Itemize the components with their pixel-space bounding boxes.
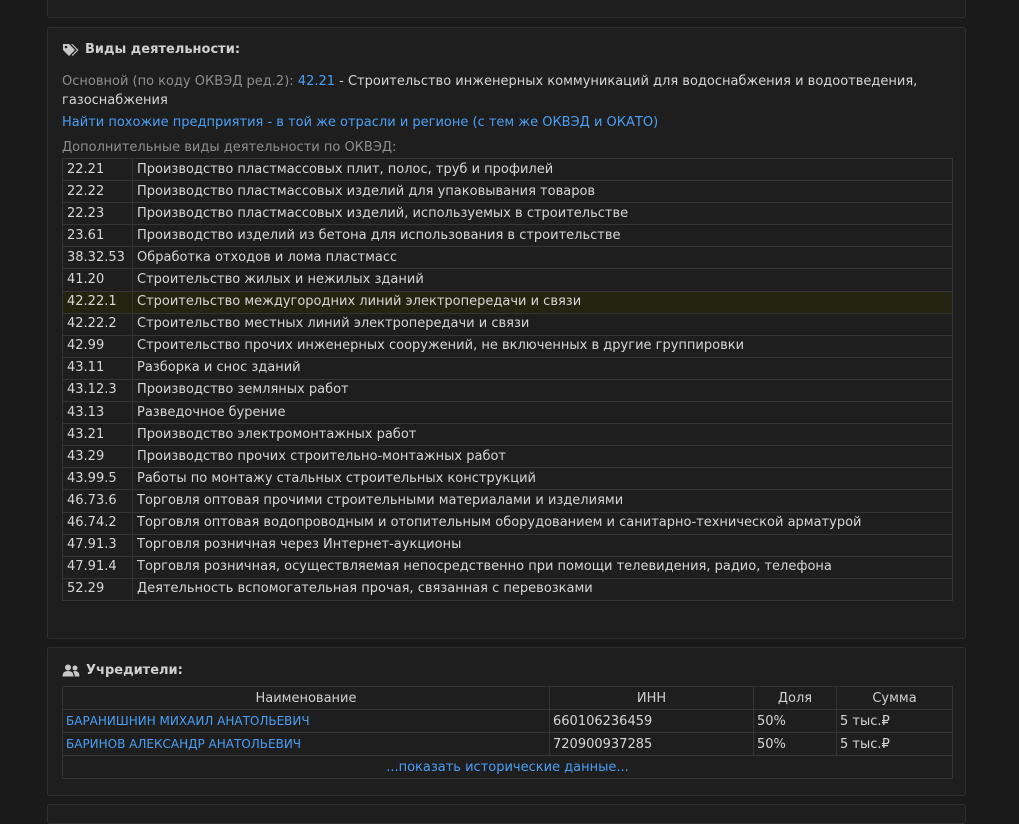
okved-desc: Разведочное бурение [132,401,953,425]
okved-desc: Торговля оптовая водопроводным и отопите… [132,511,953,535]
next-panel [47,804,966,824]
okved-row: 42.22.1 Строительство междугородних линий… [62,290,953,314]
founder-share: 50% [753,709,837,733]
okved-row: 47.91.3 Торговля розничная через Интернет… [62,533,953,557]
okved-desc: Строительство местных линий электроперед… [132,312,953,336]
okved-desc: Строительство прочих инженерных сооружен… [132,334,953,358]
header-name: Наименование [62,686,550,710]
okved-row: 52.29 Деятельность вспомогательная прочая… [62,577,953,601]
okved-desc: Производство пластмассовых изделий для у… [132,180,953,204]
okved-code: 23.61 [62,224,133,248]
okved-desc: Производство земляных работ [132,378,953,403]
okved-code: 38.32.53 [62,246,133,270]
okved-code: 47.91.3 [62,533,133,557]
okved-code: 43.99.5 [62,467,133,491]
header-share: Доля [753,686,837,710]
okved-row: 43.13 Разведочное бурение [62,401,953,425]
okved-desc: Работы по монтажу стальных строительных … [132,467,953,491]
founder-name-link[interactable]: БАРАНИШНИН МИХАИЛ АНАТОЛЬЕВИЧ [66,714,310,728]
users-icon [62,664,80,677]
okved-code: 52.29 [62,577,133,601]
okved-row: 38.32.53 Обработка отходов и лома пластма… [62,246,953,270]
founder-row: БАРИНОВ АЛЕКСАНДР АНАТОЛЬЕВИЧ 72090093728… [62,732,953,756]
okved-desc: Обработка отходов и лома пластмасс [132,246,953,270]
okved-row: 46.73.6 Торговля оптовая прочими строител… [62,489,953,513]
okved-desc: Производство изделий из бетона для испол… [132,224,953,248]
okved-desc: Строительство жилых и нежилых зданий [132,268,953,292]
founder-share: 50% [753,732,837,756]
similar-companies-link[interactable]: Найти похожие предприятия - в той же отр… [62,115,658,130]
okved-code: 47.91.4 [62,555,133,579]
okved-desc: Торговля оптовая прочими строительными м… [132,489,953,513]
okved-desc: Торговля розничная, осуществляемая непос… [132,555,953,579]
okved-code: 43.11 [62,356,133,380]
okved-code: 41.20 [62,268,133,292]
extra-activities-label: Дополнительные виды деятельности по ОКВЭ… [62,140,397,155]
founder-inn: 720900937285 [549,732,754,756]
activity-title: Виды деятельности: [62,42,240,57]
okved-code: 42.99 [62,334,133,358]
okved-row: 43.99.5 Работы по монтажу стальных строит… [62,467,953,491]
activity-title-text: Виды деятельности: [85,42,241,57]
okved-row: 42.22.2 Строительство местных линий элект… [62,312,953,336]
header-sum: Сумма [836,686,953,710]
founder-name-cell: БАРИНОВ АЛЕКСАНДР АНАТОЛЬЕВИЧ [62,732,550,756]
founder-name-cell: БАРАНИШНИН МИХАИЛ АНАТОЛЬЕВИЧ [62,709,550,733]
previous-panel [47,0,966,18]
primary-code-link[interactable]: 42.21 [298,74,335,89]
okved-desc: Разборка и снос зданий [132,356,953,380]
okved-row: 43.29 Производство прочих строительно-мон… [62,445,953,469]
okved-desc: Торговля розничная через Интернет-аукцио… [132,533,953,557]
okved-code: 22.21 [62,157,133,182]
founders-title-text: Учредители: [86,663,183,678]
okved-row: 43.11 Разборка и снос зданий [62,356,953,380]
founder-inn: 660106236459 [549,709,754,733]
okved-code: 22.22 [62,180,133,204]
okved-desc: Производство пластмассовых изделий, испо… [132,202,953,226]
okved-desc: Производство пластмассовых плит, полос, … [132,157,953,182]
okved-row: 43.12.3 Производство земляных работ [62,378,953,403]
okved-code: 22.23 [62,202,133,226]
okved-row: 47.91.4 Торговля розничная, осуществляема… [62,555,953,579]
okved-row: 22.21 Производство пластмассовых плит, по… [62,157,953,182]
okved-desc: Деятельность вспомогательная прочая, свя… [132,577,953,601]
okved-row: 46.74.2 Торговля оптовая водопроводным и … [62,511,953,535]
show-history-link[interactable]: ...показать исторические данные... [386,760,629,775]
okved-row: 22.23 Производство пластмассовых изделий,… [62,202,953,226]
founders-panel: Учредители: Наименование ИНН Доля Сумма … [47,647,966,796]
founder-row: БАРАНИШНИН МИХАИЛ АНАТОЛЬЕВИЧ 66010623645… [62,709,953,733]
okved-table: 22.21 Производство пластмассовых плит, по… [62,157,953,601]
header-inn: ИНН [549,686,754,710]
okved-code: 43.29 [62,445,133,469]
okved-code: 46.73.6 [62,489,133,513]
okved-row: 41.20 Строительство жилых и нежилых здани… [62,268,953,292]
founder-sum: 5 тыс.₽ [836,709,953,733]
founder-name-link[interactable]: БАРИНОВ АЛЕКСАНДР АНАТОЛЬЕВИЧ [66,737,301,751]
okved-row: 43.21 Производство электромонтажных работ [62,423,953,447]
tags-icon [63,43,79,56]
okved-desc: Производство электромонтажных работ [132,423,953,447]
founder-sum: 5 тыс.₽ [836,732,953,756]
okved-code: 43.12.3 [62,378,133,403]
okved-code: 43.13 [62,401,133,425]
founders-title: Учредители: [62,663,183,678]
okved-code: 43.21 [62,423,133,447]
activity-panel: Виды деятельности: Основной (по коду ОКВ… [47,27,966,639]
primary-prefix: Основной (по коду ОКВЭД ред.2): [62,74,294,89]
okved-code: 46.74.2 [62,511,133,535]
okved-row: 23.61 Производство изделий из бетона для … [62,224,953,248]
history-row: ...показать исторические данные... [62,755,953,779]
okved-desc: Строительство междугородних линий электр… [132,290,953,314]
okved-row: 22.22 Производство пластмассовых изделий … [62,180,953,204]
okved-code: 42.22.2 [62,312,133,336]
primary-activity: Основной (по коду ОКВЭД ред.2): 42.21 - … [62,72,922,110]
okved-desc: Производство прочих строительно-монтажны… [132,445,953,469]
okved-row: 42.99 Строительство прочих инженерных соо… [62,334,953,358]
founders-table: Наименование ИНН Доля Сумма БАРАНИШНИН М… [62,686,953,779]
okved-code: 42.22.1 [62,290,133,314]
